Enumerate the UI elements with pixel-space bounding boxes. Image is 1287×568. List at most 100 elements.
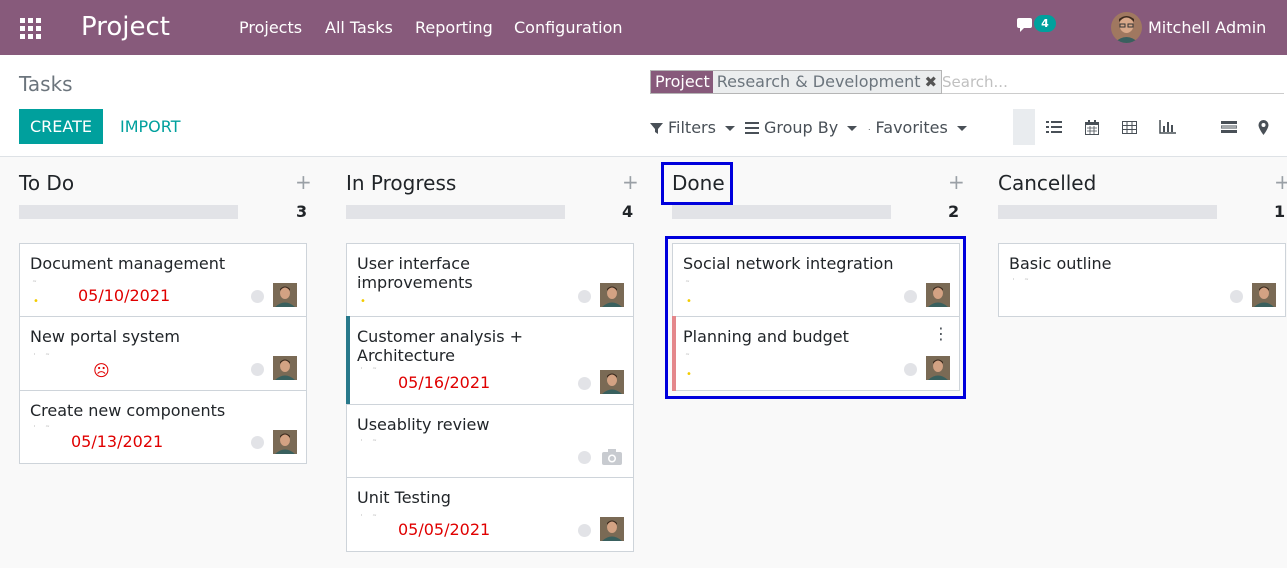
assignee-avatar[interactable]	[600, 517, 624, 541]
column-count: 1	[1274, 202, 1286, 221]
menu-configuration[interactable]: Configuration	[514, 18, 623, 38]
column-count: 3	[296, 202, 308, 221]
kanban-card[interactable]: User interface improvements ˜ •	[346, 243, 634, 317]
filter-icon	[650, 122, 663, 134]
list-view-button[interactable]	[1043, 109, 1065, 145]
facet-remove-icon[interactable]: ✖	[925, 71, 938, 93]
star-icon: .	[868, 123, 871, 132]
chat-counter-badge: 4	[1034, 15, 1056, 32]
user-name[interactable]: Mitchell Admin	[1148, 18, 1266, 38]
column-title: Cancelled	[998, 171, 1097, 195]
calendar-view-button[interactable]	[1081, 109, 1103, 145]
assignee-avatar[interactable]	[1252, 283, 1276, 307]
card-title: New portal system	[30, 327, 180, 346]
chevron-down-icon	[847, 125, 858, 131]
kanban-view-button[interactable]	[1013, 109, 1035, 145]
card-title: Basic outline	[1009, 254, 1112, 273]
breadcrumb: Tasks	[19, 72, 73, 96]
assignee-avatar[interactable]	[926, 283, 950, 307]
filters-dropdown[interactable]: Filters	[650, 118, 735, 138]
map-view-icon	[1258, 119, 1268, 135]
groupby-dropdown[interactable]: Group By	[745, 118, 858, 138]
kanban-state-dot[interactable]	[578, 524, 591, 537]
priority-star-icon[interactable]: ˙˜	[359, 439, 385, 450]
quick-create-icon[interactable]: +	[622, 171, 639, 193]
kanban-state-dot[interactable]	[904, 363, 917, 376]
priority-dot-icon: •	[360, 296, 366, 307]
assignee-avatar[interactable]	[600, 283, 624, 307]
kanban-card[interactable]: Social network integration ˜ •	[672, 243, 960, 317]
column-count: 4	[622, 202, 634, 221]
card-menu-icon[interactable]: ⋮	[933, 326, 949, 342]
assignee-avatar[interactable]	[600, 370, 624, 394]
kanban-state-dot[interactable]	[251, 290, 264, 303]
apps-menu-icon[interactable]	[20, 18, 41, 39]
kanban-card[interactable]: Customer analysis + Architecture ˙˜ 05/1…	[346, 316, 634, 405]
kanban-card[interactable]: Planning and budget ⋮ ˜ •	[672, 316, 960, 391]
kanban-card[interactable]: Basic outline ˙˜	[998, 243, 1286, 317]
priority-star-icon[interactable]: ˜	[359, 280, 372, 291]
column-progress-bar[interactable]	[19, 205, 238, 219]
kanban-state-dot[interactable]	[904, 290, 917, 303]
priority-star-icon[interactable]: ˜	[32, 280, 45, 291]
menu-all-tasks[interactable]: All Tasks	[325, 18, 393, 38]
kanban-state-dot[interactable]	[251, 363, 264, 376]
kanban-state-dot[interactable]	[578, 290, 591, 303]
priority-star-icon[interactable]: ˙˜	[32, 425, 58, 436]
assignee-avatar[interactable]	[273, 356, 297, 380]
assignee-avatar[interactable]	[273, 283, 297, 307]
quick-create-icon[interactable]: +	[1274, 171, 1287, 193]
user-avatar[interactable]	[1111, 12, 1142, 43]
pivot-view-button[interactable]	[1118, 109, 1140, 145]
priority-star-icon[interactable]: ˙˜	[359, 367, 385, 378]
kanban-card[interactable]: Useablity review ˙˜	[346, 404, 634, 478]
card-deadline: 05/16/2021	[398, 373, 491, 392]
priority-star-icon[interactable]: ˜	[685, 353, 698, 364]
favorites-dropdown[interactable]: . Favorites	[868, 118, 967, 138]
priority-star-icon[interactable]: ˙˜	[32, 353, 58, 364]
control-panel: Tasks CREATE IMPORT Project Research & D…	[0, 55, 1287, 157]
camera-icon[interactable]	[601, 448, 623, 466]
card-title: Create new components	[30, 401, 226, 420]
calendar-view-icon	[1085, 119, 1099, 135]
card-title: User interface improvements	[357, 254, 473, 292]
sad-face-icon: ☹	[93, 361, 110, 380]
facet-label: Project	[651, 71, 713, 93]
assignee-avatar[interactable]	[926, 356, 950, 380]
menu-projects[interactable]: Projects	[239, 18, 302, 38]
import-button[interactable]: IMPORT	[120, 109, 181, 144]
app-title[interactable]: Project	[81, 10, 170, 44]
priority-dot-icon: •	[33, 296, 39, 307]
assignee-avatar[interactable]	[273, 430, 297, 454]
card-deadline: 05/13/2021	[71, 432, 164, 451]
kanban-state-dot[interactable]	[251, 436, 264, 449]
column-progress-bar[interactable]	[998, 205, 1217, 219]
kanban-card[interactable]: Document management ˜ • 05/10/2021	[19, 243, 307, 317]
priority-star-icon[interactable]: ˙˜	[1011, 278, 1037, 289]
kanban-state-dot[interactable]	[1230, 290, 1243, 303]
map-view-button[interactable]	[1252, 109, 1274, 145]
priority-star-icon[interactable]: ˙˜	[359, 514, 385, 525]
kanban-state-dot[interactable]	[578, 451, 591, 464]
activity-view-button[interactable]	[1218, 109, 1240, 145]
kanban-card[interactable]: Unit Testing ˙˜ 05/05/2021	[346, 477, 634, 552]
facet-value-text: Research & Development	[716, 72, 921, 91]
menu-reporting[interactable]: Reporting	[415, 18, 493, 38]
card-title: Customer analysis + Architecture	[357, 327, 524, 365]
kanban-card[interactable]: Create new components ˙˜ 05/13/2021	[19, 390, 307, 464]
card-title: Unit Testing	[357, 488, 451, 507]
quick-create-icon[interactable]: +	[295, 171, 312, 193]
create-button[interactable]: CREATE	[19, 109, 103, 144]
column-progress-bar[interactable]	[346, 205, 565, 219]
list-view-icon	[1046, 120, 1062, 133]
kanban-card[interactable]: New portal system ˙˜ ☹	[19, 316, 307, 391]
graph-view-button[interactable]	[1156, 109, 1178, 145]
priority-star-icon[interactable]: ˜	[685, 280, 698, 291]
kanban-state-dot[interactable]	[578, 377, 591, 390]
quick-create-icon[interactable]: +	[948, 171, 965, 193]
column-progress-bar[interactable]	[672, 205, 891, 219]
card-title: Social network integration	[683, 254, 894, 273]
card-title: Useablity review	[357, 415, 490, 434]
search-input[interactable]	[942, 70, 1284, 94]
activity-view-icon	[1221, 121, 1237, 133]
